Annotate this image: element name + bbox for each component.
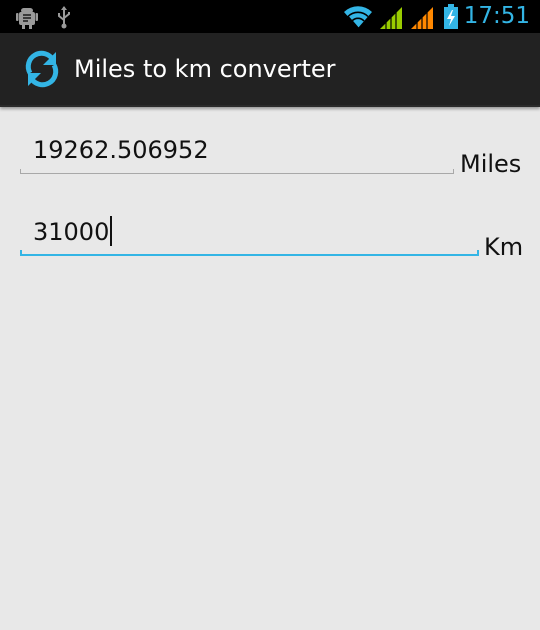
km-unit-label: Km xyxy=(484,233,524,261)
signal-orange-icon xyxy=(408,0,436,33)
km-input-text: 31000 xyxy=(33,218,110,246)
status-time: 17:51 xyxy=(463,3,530,29)
sync-icon[interactable] xyxy=(20,47,64,91)
android-debug-icon xyxy=(14,0,40,33)
miles-unit-label: Miles xyxy=(460,150,522,178)
km-input[interactable]: 31000 xyxy=(20,216,479,256)
signal-green-icon xyxy=(378,0,404,33)
usb-icon xyxy=(54,0,74,33)
action-bar: Miles to km converter xyxy=(0,33,540,107)
battery-charging-icon xyxy=(440,0,462,33)
status-bar: 17:51 xyxy=(0,0,540,33)
miles-input-value: 19262.506952 xyxy=(33,136,209,164)
text-cursor xyxy=(110,216,113,246)
miles-input[interactable]: 19262.506952 xyxy=(20,134,454,174)
content-area xyxy=(0,270,540,630)
miles-input-underline xyxy=(20,169,454,174)
app-title: Miles to km converter xyxy=(74,55,336,83)
wifi-icon xyxy=(342,0,374,33)
km-input-value: 31000 xyxy=(33,216,113,248)
km-input-underline xyxy=(20,250,479,256)
